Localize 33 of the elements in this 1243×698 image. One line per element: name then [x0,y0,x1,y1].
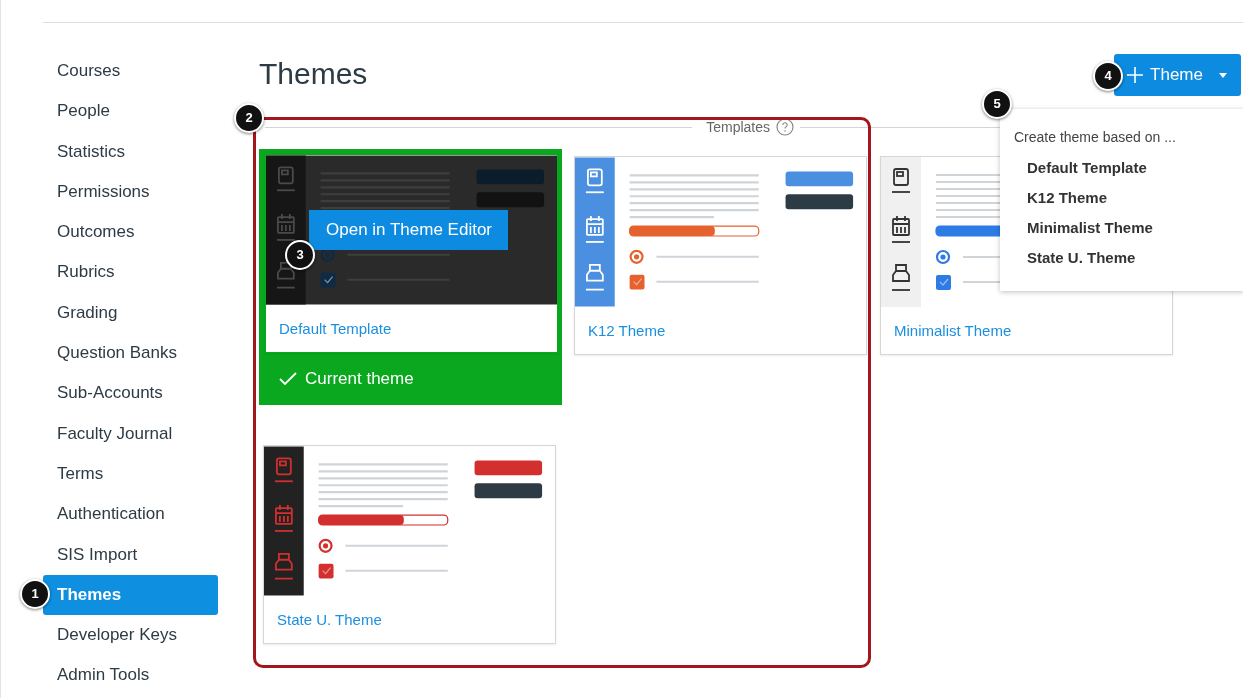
sidebar-item[interactable]: Sub-Accounts [43,373,218,414]
sidebar-item[interactable]: Question Banks [43,333,218,374]
step-callout: 2 [234,103,264,133]
page-title: Themes [259,57,368,91]
sidebar-item[interactable]: SIS Import [43,534,218,575]
sidebar-item[interactable]: Terms [43,453,218,495]
dropdown-item[interactable]: K12 Theme [1000,183,1243,213]
dropdown-item[interactable]: Minimalist Theme [1000,213,1243,243]
sidebar-item[interactable]: Grading [43,292,218,334]
step-callout: 5 [982,89,1012,119]
step-callout: 4 [1093,61,1123,91]
sidebar-item[interactable]: Rubrics [43,252,218,293]
theme-card[interactable]: State U. Theme [263,445,556,644]
step-callout: 1 [20,579,50,609]
open-editor-button[interactable]: Open in Theme Editor [309,210,508,250]
current-theme-label: Current theme [305,369,414,389]
theme-name-link[interactable]: Minimalist Theme [881,307,1172,354]
sidebar-item[interactable]: Authentication [43,494,218,535]
templates-heading: Templates [706,119,770,135]
sidebar-item[interactable]: Courses [43,51,218,92]
sidebar-item[interactable]: Developer Keys [43,615,218,656]
dropdown-item[interactable]: Default Template [1000,153,1243,183]
theme-name-link[interactable]: Default Template [266,305,557,352]
sidebar-item[interactable]: Faculty Journal [43,413,218,454]
dropdown-heading: Create theme based on ... [1013,129,1177,145]
sidebar-item[interactable]: Admin Tools [43,655,218,696]
sidebar-item[interactable]: People [43,91,218,132]
theme-name-link[interactable]: State U. Theme [264,596,555,643]
sidebar-item[interactable]: Permissions [43,171,218,213]
sidebar-item[interactable]: Outcomes [43,212,218,253]
add-theme-button[interactable]: Theme [1114,54,1241,96]
sidebar-item[interactable]: Statistics [43,131,218,172]
dropdown-item[interactable]: State U. Theme [1000,243,1243,273]
